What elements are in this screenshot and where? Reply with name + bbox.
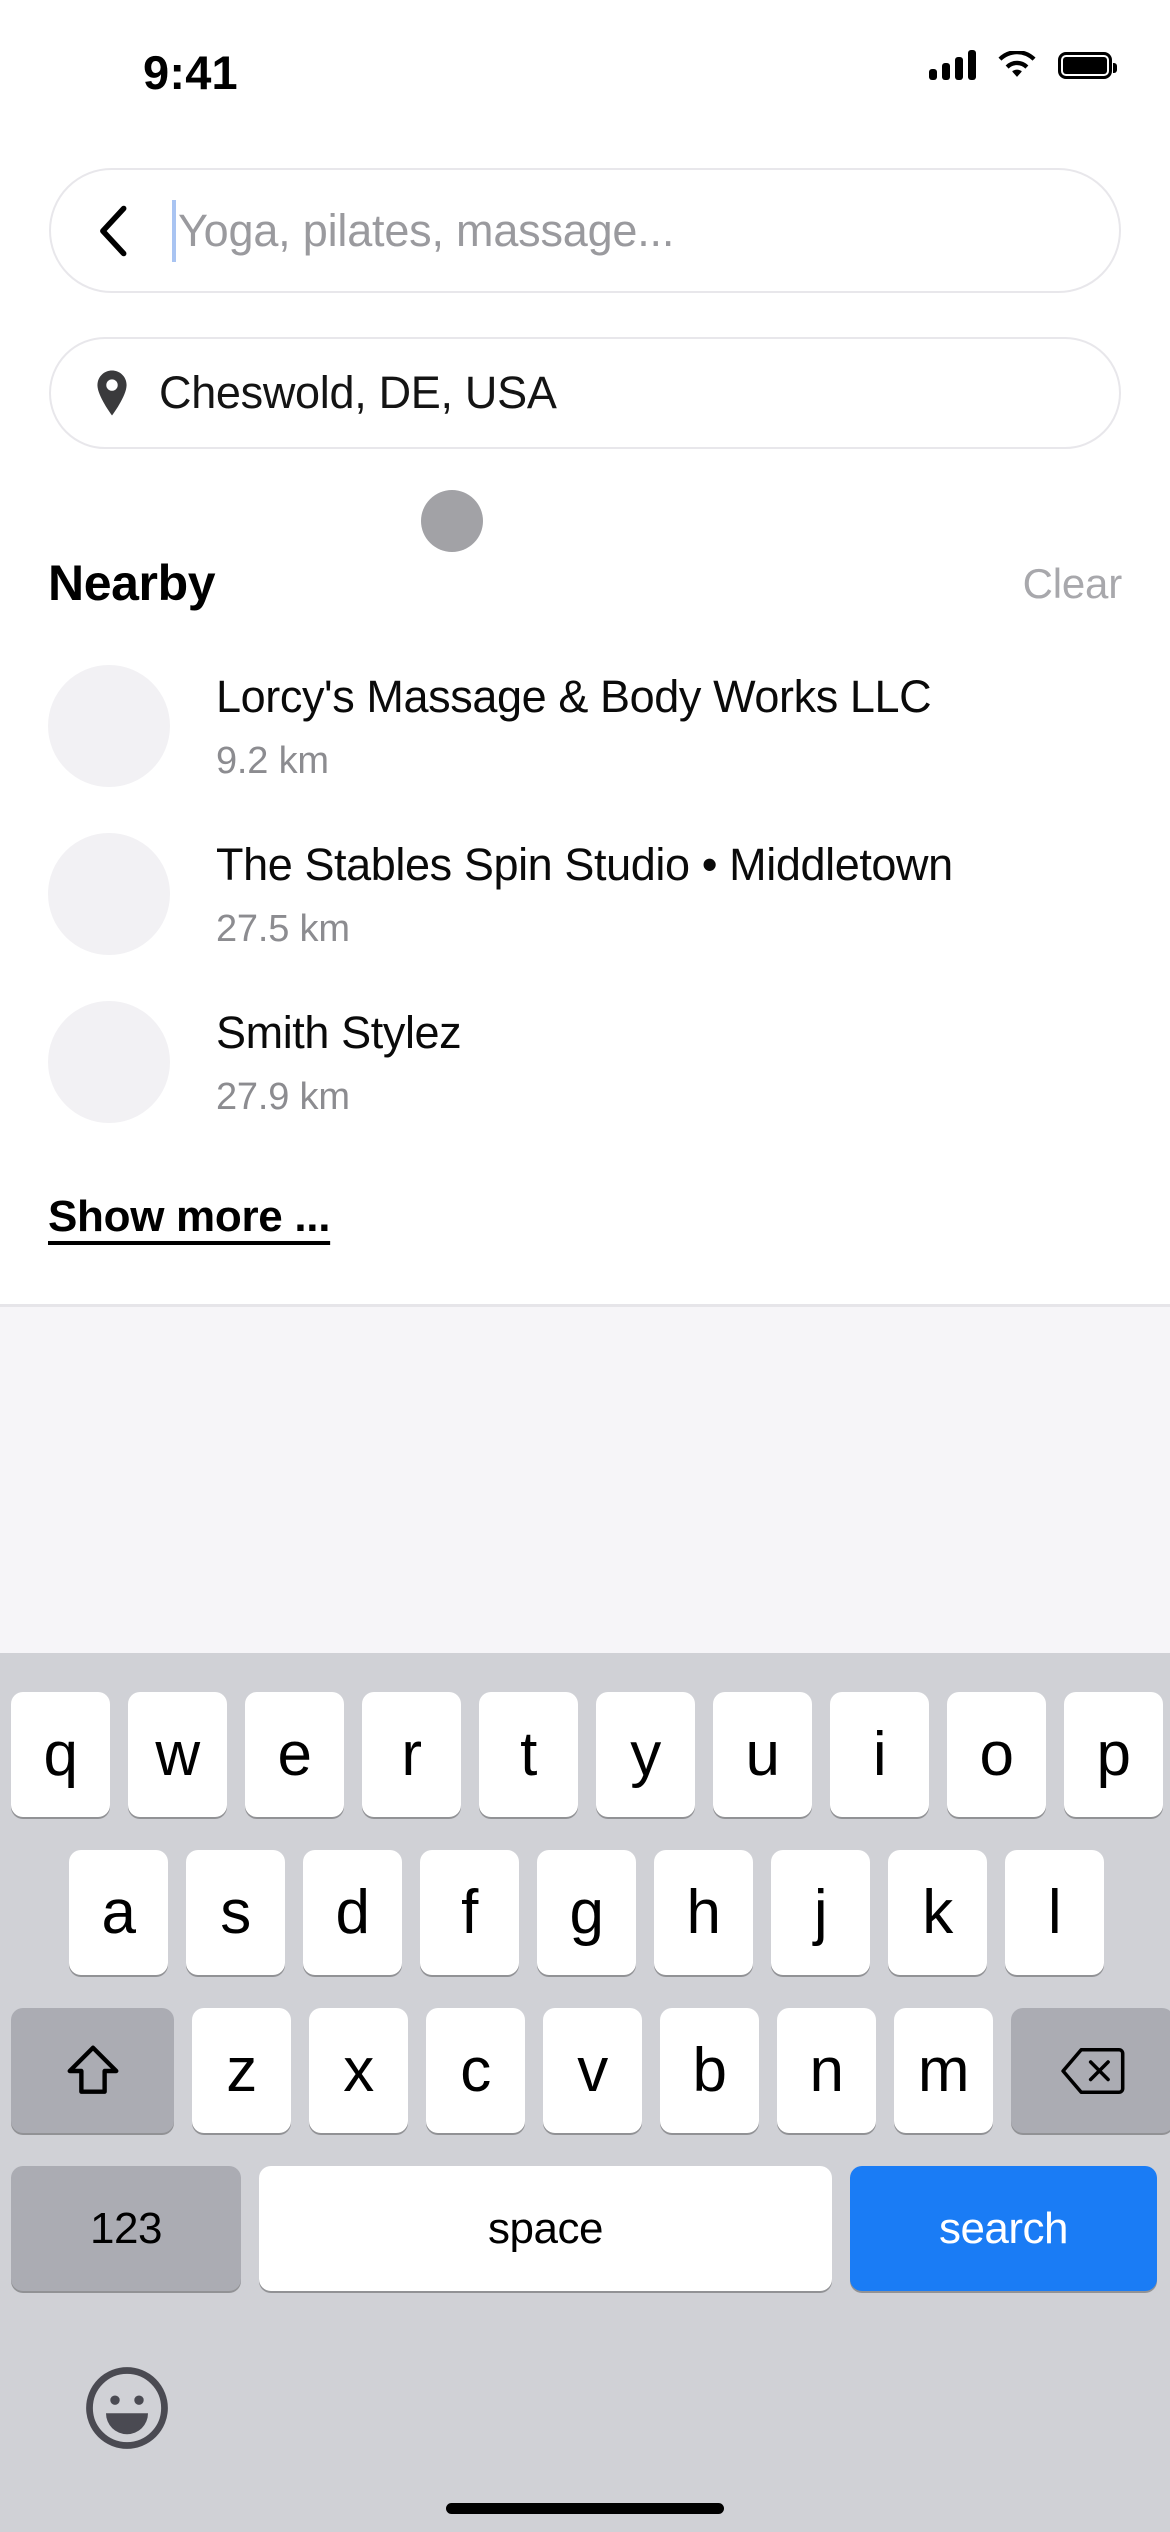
keyboard-row-4: 123 space search xyxy=(11,2166,1157,2291)
status-bar-time: 9:41 xyxy=(143,46,238,99)
key-v[interactable]: v xyxy=(543,2008,642,2133)
avatar xyxy=(48,833,170,955)
keyboard-row-3: z x c v b n m xyxy=(11,2008,1170,2133)
nearby-header: Nearby Clear xyxy=(0,554,1170,620)
list-item-title: Smith Stylez xyxy=(216,1007,462,1058)
battery-full-icon xyxy=(1058,51,1117,79)
key-t[interactable]: t xyxy=(479,1692,578,1817)
key-o[interactable]: o xyxy=(947,1692,1046,1817)
list-item-title: The Stables Spin Studio • Middletown xyxy=(216,839,953,890)
cellular-signal-icon xyxy=(929,50,976,80)
key-e[interactable]: e xyxy=(245,1692,344,1817)
show-more-link[interactable]: Show more ... xyxy=(48,1192,330,1242)
status-bar-icons xyxy=(929,50,1117,80)
key-g[interactable]: g xyxy=(537,1850,636,1975)
search-key[interactable]: search xyxy=(850,2166,1157,2291)
keyboard-row-2: a s d f g h j k l xyxy=(69,1850,1104,1975)
search-input[interactable]: Yoga, pilates, massage... xyxy=(49,168,1121,293)
key-r[interactable]: r xyxy=(362,1692,461,1817)
key-h[interactable]: h xyxy=(654,1850,753,1975)
page-title: Nearby xyxy=(48,555,216,611)
backspace-delete-icon xyxy=(1060,2047,1124,2094)
backspace-key[interactable] xyxy=(1011,2008,1170,2133)
key-u[interactable]: u xyxy=(713,1692,812,1817)
space-key[interactable]: space xyxy=(259,2166,832,2291)
keyboard-bottom-row xyxy=(0,2353,1170,2463)
key-q[interactable]: q xyxy=(11,1692,110,1817)
list-item-distance: 27.9 km xyxy=(216,1076,350,1118)
clear-button[interactable]: Clear xyxy=(1023,560,1123,608)
list-item-distance: 9.2 km xyxy=(216,740,329,782)
key-i[interactable]: i xyxy=(830,1692,929,1817)
key-k[interactable]: k xyxy=(888,1850,987,1975)
numbers-key[interactable]: 123 xyxy=(11,2166,241,2291)
back-chevron-icon[interactable] xyxy=(93,205,137,257)
key-n[interactable]: n xyxy=(777,2008,876,2133)
on-screen-keyboard: q w e r t y u i o p a s d f g h j k l z … xyxy=(0,1653,1170,2532)
list-item[interactable]: Smith Stylez 27.9 km xyxy=(0,991,1170,1159)
key-c[interactable]: c xyxy=(426,2008,525,2133)
key-j[interactable]: j xyxy=(771,1850,870,1975)
location-input[interactable]: Cheswold, DE, USA xyxy=(49,337,1121,449)
list-item-distance: 27.5 km xyxy=(216,908,350,950)
list-item-title: Lorcy's Massage & Body Works LLC xyxy=(216,671,932,722)
location-pin-icon xyxy=(97,370,127,416)
key-l[interactable]: l xyxy=(1005,1850,1104,1975)
shift-key[interactable] xyxy=(11,2008,174,2133)
key-a[interactable]: a xyxy=(69,1850,168,1975)
key-b[interactable]: b xyxy=(660,2008,759,2133)
list-item[interactable]: The Stables Spin Studio • Middletown 27.… xyxy=(0,823,1170,991)
key-f[interactable]: f xyxy=(420,1850,519,1975)
key-z[interactable]: z xyxy=(192,2008,291,2133)
home-indicator-bar xyxy=(446,2503,724,2514)
key-p[interactable]: p xyxy=(1064,1692,1163,1817)
phone-screen: 9:41 Yoga, pilates, massage... Cheswold,… xyxy=(0,0,1170,2532)
list-item[interactable]: Lorcy's Massage & Body Works LLC 9.2 km xyxy=(0,655,1170,823)
shift-arrow-icon xyxy=(67,2045,118,2094)
key-x[interactable]: x xyxy=(309,2008,408,2133)
avatar xyxy=(48,665,170,787)
key-w[interactable]: w xyxy=(128,1692,227,1817)
key-d[interactable]: d xyxy=(303,1850,402,1975)
emoji-smiley-icon[interactable] xyxy=(82,2363,172,2453)
keyboard-row-1: q w e r t y u i o p xyxy=(11,1692,1163,1817)
location-value: Cheswold, DE, USA xyxy=(159,367,557,418)
key-y[interactable]: y xyxy=(596,1692,695,1817)
avatar xyxy=(48,1001,170,1123)
nearby-list: Lorcy's Massage & Body Works LLC 9.2 km … xyxy=(0,655,1170,1159)
key-s[interactable]: s xyxy=(186,1850,285,1975)
search-placeholder: Yoga, pilates, massage... xyxy=(178,204,675,256)
status-bar: 9:41 xyxy=(0,0,1170,100)
text-cursor xyxy=(172,199,176,262)
wifi-icon xyxy=(998,51,1036,77)
sheet-grabber-handle[interactable] xyxy=(421,490,483,552)
key-m[interactable]: m xyxy=(894,2008,993,2133)
